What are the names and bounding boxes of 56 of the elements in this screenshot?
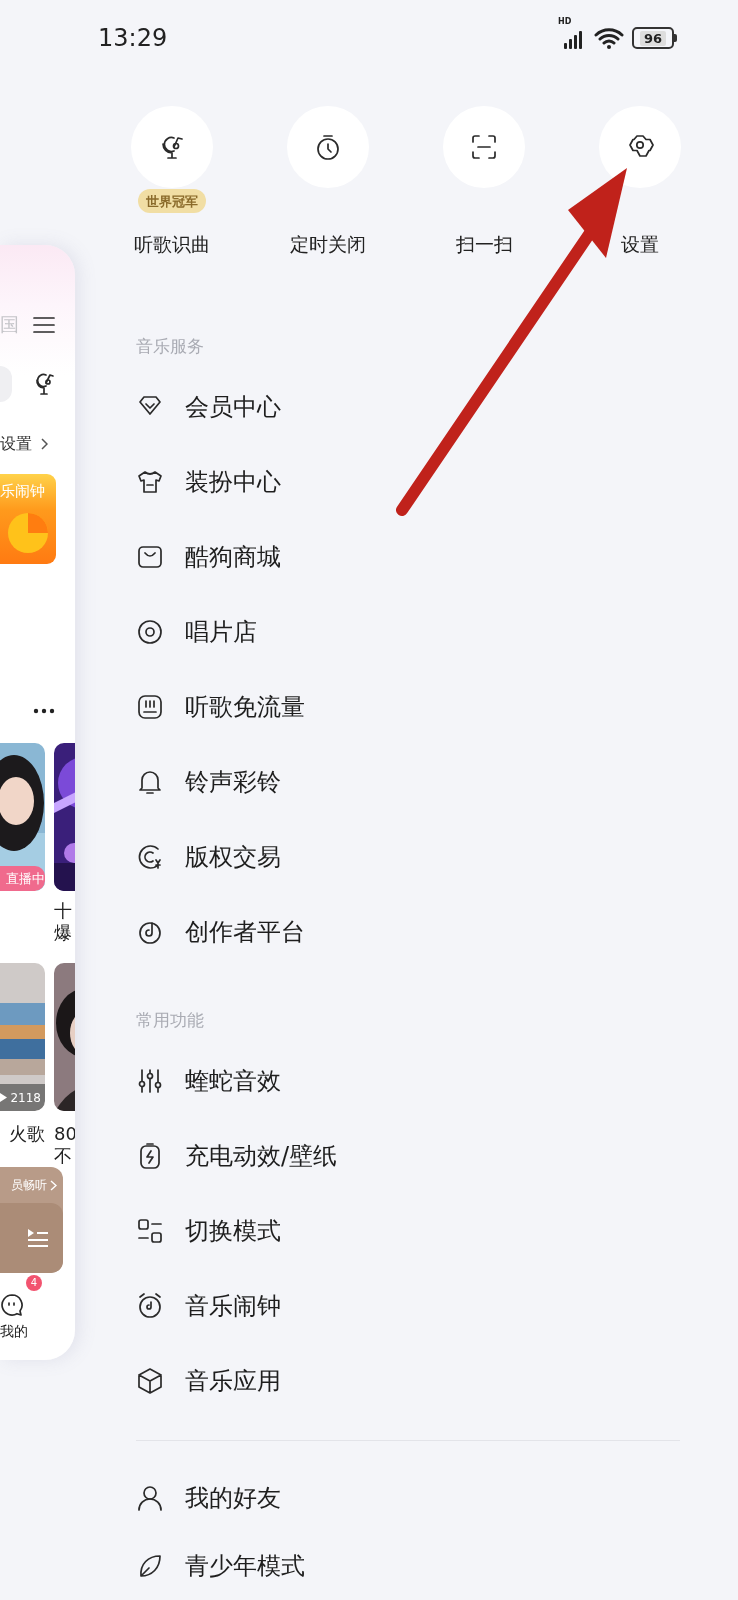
- play-count: 2118: [10, 1090, 41, 1105]
- microphone-icon[interactable]: [33, 371, 55, 397]
- action-label[interactable]: 扫一扫: [455, 231, 513, 257]
- section-title: 音乐服务: [136, 335, 205, 358]
- section-title: 常用功能: [136, 1009, 205, 1032]
- cube-icon: [136, 1366, 164, 1395]
- chevron-icon: [50, 1179, 57, 1191]
- card-caption: 火歌: [9, 1123, 45, 1145]
- card-caption: 不: [54, 1145, 73, 1167]
- action-label[interactable]: 定时关闭: [290, 231, 366, 257]
- person-icon: [136, 1484, 164, 1512]
- timer-icon: [314, 133, 342, 161]
- nav-label[interactable]: 我的: [0, 1323, 28, 1341]
- menu-item[interactable]: 装扮中心: [136, 444, 680, 519]
- notification-badge: 4: [26, 1275, 42, 1291]
- chat-bubble-icon[interactable]: [0, 1293, 24, 1317]
- menu-item[interactable]: 音乐应用: [136, 1343, 680, 1418]
- menu-item[interactable]: 充电动效/壁纸: [136, 1118, 680, 1193]
- network-label: HD: [558, 17, 572, 26]
- scan-icon: [470, 133, 498, 161]
- card-caption: 爆: [54, 922, 73, 944]
- card-icon: [136, 692, 164, 721]
- banner-title: 乐闹钟: [0, 482, 45, 501]
- disc-icon: [136, 617, 164, 646]
- menu-item[interactable]: 青少年模式: [136, 1532, 680, 1600]
- equalizer-icon: [136, 1066, 164, 1095]
- playlist-icon[interactable]: [27, 1228, 49, 1248]
- badge: 世界冠军: [138, 189, 206, 213]
- menu-item[interactable]: 酷狗商城: [136, 519, 680, 594]
- chevron-icon: [40, 438, 48, 450]
- live-badge: 直播中: [0, 866, 45, 891]
- menu-item[interactable]: 创作者平台: [136, 894, 680, 969]
- play-icon: [0, 1093, 8, 1102]
- menu-item[interactable]: 会员中心: [136, 369, 680, 444]
- card-caption: 十: [54, 900, 73, 922]
- battery-level: 96: [639, 30, 667, 46]
- more-icon[interactable]: [33, 708, 55, 714]
- alarm-icon: [136, 1291, 164, 1320]
- menu-item[interactable]: 蝰蛇音效: [136, 1043, 680, 1118]
- menu-item[interactable]: 版权交易: [136, 819, 680, 894]
- wifi-icon: [594, 27, 624, 49]
- menu-item[interactable]: 铃声彩铃: [136, 744, 680, 819]
- menu-item[interactable]: 音乐闹钟: [136, 1268, 680, 1343]
- menu-item[interactable]: 我的好友: [136, 1464, 680, 1532]
- menu-item[interactable]: 唱片店: [136, 594, 680, 669]
- switch-icon: [136, 1216, 164, 1245]
- menu-item[interactable]: 听歌免流量: [136, 669, 680, 744]
- menu-item[interactable]: 切换模式: [136, 1193, 680, 1268]
- copyright-icon: [136, 842, 164, 871]
- action-label[interactable]: 设置: [621, 231, 659, 257]
- action-label[interactable]: 听歌识曲: [134, 231, 210, 257]
- card-caption: 80: [54, 1123, 75, 1145]
- settings-link[interactable]: 设置: [0, 433, 32, 455]
- pie-chart-icon: [6, 511, 50, 555]
- status-time: 13:29: [98, 24, 168, 52]
- menu-icon[interactable]: [33, 316, 55, 334]
